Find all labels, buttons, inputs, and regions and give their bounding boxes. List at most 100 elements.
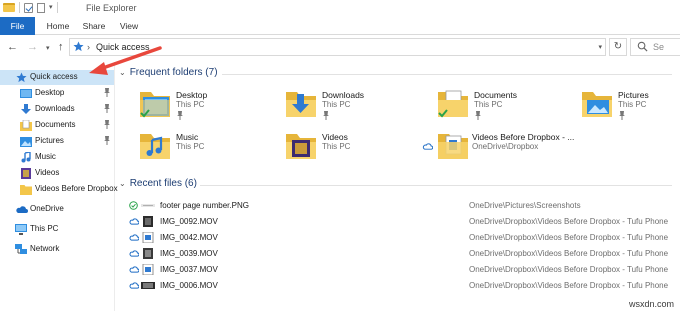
pin-icon[interactable] — [474, 111, 482, 120]
sidebar-item-videos[interactable]: Videos — [0, 166, 114, 181]
toolbar-divider — [19, 2, 20, 13]
sidebar-item-label: Network — [30, 244, 60, 253]
onedrive-cloud-icon — [16, 206, 28, 213]
forward-arrow-icon[interactable]: → — [27, 41, 38, 53]
search-input[interactable]: Se — [630, 38, 680, 56]
pin-icon[interactable] — [103, 88, 111, 97]
quick-access-star-icon — [73, 41, 84, 52]
this-pc-icon — [15, 224, 27, 235]
content-pane: ⌄ Frequent folders (7) Desktop This PC Do… — [116, 62, 680, 311]
sidebar-item-label: Videos Before Dropbox — [35, 184, 118, 193]
folder-name: Pictures — [618, 90, 649, 100]
recent-file-row[interactable]: footer page number.PNG OneDrive\Pictures… — [116, 198, 680, 213]
recent-locations-dropdown-icon[interactable]: ▾ — [46, 43, 50, 55]
desktop-folder-icon — [20, 89, 32, 98]
file-location: OneDrive\Pictures\Screenshots — [469, 201, 581, 210]
up-arrow-icon[interactable]: ↑ — [58, 41, 64, 53]
recent-file-row[interactable]: IMG_0037.MOV OneDrive\Dropbox\Videos Bef… — [116, 262, 680, 277]
folder-tile-documents[interactable]: Documents This PC — [436, 88, 576, 128]
folder-tile-downloads[interactable]: Downloads This PC — [284, 88, 424, 128]
chevron-down-icon[interactable]: ⌄ — [119, 179, 126, 188]
back-arrow-icon[interactable]: ← — [7, 41, 18, 53]
downloads-folder-icon — [21, 104, 31, 114]
recent-file-row[interactable]: IMG_0006.MOV OneDrive\Dropbox\Videos Bef… — [116, 278, 680, 293]
network-icon — [15, 244, 27, 254]
documents-folder-icon — [438, 90, 468, 118]
folder-icon — [3, 3, 15, 12]
group-divider — [222, 74, 672, 75]
onedrive-status-cloud-icon — [422, 143, 433, 150]
onedrive-status-cloud-icon — [129, 266, 139, 273]
pin-icon[interactable] — [103, 136, 111, 145]
folder-location: This PC — [474, 100, 503, 109]
pin-icon[interactable] — [618, 111, 626, 120]
tab-view[interactable]: View — [114, 17, 144, 35]
toolbar-divider — [56, 2, 58, 13]
pin-icon[interactable] — [103, 104, 111, 113]
window-title: File Explorer — [86, 3, 137, 13]
sidebar-item-videos-before-dropbox[interactable]: Videos Before Dropbox — [0, 182, 118, 197]
file-location: OneDrive\Dropbox\Videos Before Dropbox -… — [469, 249, 669, 258]
sidebar-item-label: This PC — [30, 224, 59, 233]
new-page-icon[interactable] — [37, 2, 45, 13]
video-file-thumbnail-icon — [142, 264, 154, 275]
sidebar-item-pictures[interactable]: Pictures — [0, 134, 114, 149]
music-icon — [21, 152, 31, 163]
refresh-button[interactable]: ↻ — [609, 38, 627, 56]
pin-icon[interactable] — [322, 111, 330, 120]
sidebar-item-documents[interactable]: Documents — [0, 118, 114, 133]
video-file-thumbnail-icon — [141, 282, 155, 289]
tab-home[interactable]: Home — [40, 17, 76, 35]
annotation-arrow — [89, 46, 162, 75]
image-file-thumbnail-icon — [141, 204, 155, 207]
videos-folder-icon — [21, 168, 31, 179]
video-file-thumbnail-icon — [143, 248, 153, 259]
sidebar-item-network[interactable]: Network — [0, 242, 114, 257]
pin-icon[interactable] — [103, 120, 111, 129]
folder-tile-pictures[interactable]: Pictures This PC — [580, 88, 680, 128]
file-name: IMG_0042.MOV — [160, 233, 218, 242]
onedrive-status-cloud-icon — [129, 250, 139, 257]
onedrive-status-cloud-icon — [129, 282, 139, 289]
folder-tile-music[interactable]: Music This PC — [138, 130, 278, 170]
pictures-folder-icon — [582, 92, 612, 117]
sidebar-item-label: Desktop — [35, 88, 65, 97]
sidebar-item-label: Documents — [35, 120, 76, 129]
recent-file-row[interactable]: IMG_0042.MOV OneDrive\Dropbox\Videos Bef… — [116, 230, 680, 245]
folder-location: This PC — [176, 100, 205, 109]
search-placeholder: Se — [653, 42, 665, 52]
recent-file-row[interactable]: IMG_0039.MOV OneDrive\Dropbox\Videos Bef… — [116, 246, 680, 261]
file-location: OneDrive\Dropbox\Videos Before Dropbox -… — [469, 265, 669, 274]
sidebar-item-this-pc[interactable]: This PC — [0, 222, 114, 237]
file-name: IMG_0037.MOV — [160, 265, 218, 274]
recent-files-header[interactable]: ⌄ Recent files (6) — [119, 178, 197, 192]
folder-tile-videos[interactable]: Videos This PC — [284, 130, 424, 170]
onedrive-status-cloud-icon — [129, 218, 139, 225]
file-name: IMG_0006.MOV — [160, 281, 218, 290]
recent-file-row[interactable]: IMG_0092.MOV OneDrive\Dropbox\Videos Bef… — [116, 214, 680, 229]
sidebar-item-music[interactable]: Music — [0, 150, 114, 165]
sidebar-item-label: Downloads — [35, 104, 75, 113]
properties-icon[interactable] — [24, 2, 33, 13]
pin-icon[interactable] — [176, 111, 184, 120]
tab-share[interactable]: Share — [78, 17, 110, 35]
tab-file[interactable]: File — [0, 17, 35, 35]
quick-access-toolbar: ▾ — [3, 2, 58, 13]
sidebar-item-desktop[interactable]: Desktop — [0, 86, 114, 101]
folder-tile-videos-before-dropbox[interactable]: Videos Before Dropbox - ... OneDrive\Dro… — [422, 130, 612, 170]
file-location: OneDrive\Dropbox\Videos Before Dropbox -… — [469, 217, 669, 226]
desktop-folder-icon — [140, 92, 170, 118]
folder-name: Music — [176, 132, 199, 142]
folder-location: This PC — [176, 142, 205, 151]
chevron-down-icon[interactable]: ▾ — [598, 43, 602, 51]
file-location: OneDrive\Dropbox\Videos Before Dropbox -… — [469, 281, 669, 290]
synced-check-icon — [129, 201, 138, 210]
onedrive-status-cloud-icon — [129, 234, 139, 241]
sidebar-item-downloads[interactable]: Downloads — [0, 102, 114, 117]
customize-dropdown-icon[interactable]: ▾ — [49, 3, 53, 13]
downloads-folder-icon — [286, 92, 316, 117]
sidebar-item-onedrive[interactable]: OneDrive — [0, 202, 114, 217]
quick-access-star-icon — [16, 72, 27, 83]
documents-folder-icon — [20, 120, 32, 131]
folder-tile-desktop[interactable]: Desktop This PC — [138, 88, 278, 128]
